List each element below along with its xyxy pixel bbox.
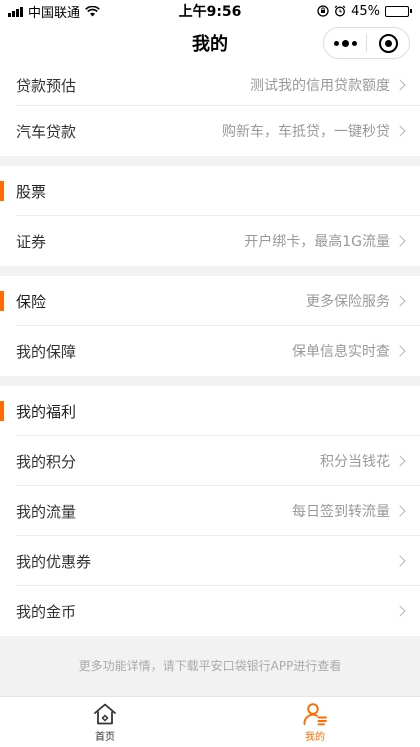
battery-icon <box>385 5 412 17</box>
row-label: 我的金币 <box>16 602 77 621</box>
row-loan-estimate[interactable]: 贷款预估 测试我的信用贷款额度 <box>0 64 420 106</box>
row-desc: 保单信息实时查 <box>292 344 390 360</box>
row-coins[interactable]: 我的金币 <box>0 586 420 636</box>
chevron-right-icon <box>394 505 406 517</box>
nav-bar: 我的 <box>0 22 420 64</box>
row-label: 汽车贷款 <box>16 122 77 141</box>
more-button[interactable] <box>324 28 366 58</box>
section-accent-bar <box>0 291 4 311</box>
menu-list: 贷款预估 测试我的信用贷款额度 汽车贷款 购新车，车抵贷，一键秒贷 股票 证券 … <box>0 64 420 636</box>
row-desc: 更多保险服务 <box>306 294 390 310</box>
row-securities[interactable]: 证券 开户绑卡，最高1G流量 <box>0 216 420 266</box>
row-label: 我的优惠券 <box>16 552 92 571</box>
status-bar: 中国联通 上午9:56 45% <box>0 0 420 22</box>
more-icon <box>333 39 357 47</box>
chevron-right-icon <box>394 555 406 567</box>
carrier-name: 中国联通 <box>28 5 81 21</box>
tab-mine[interactable]: 我的 <box>210 697 420 747</box>
tab-label: 我的 <box>305 731 325 743</box>
section-title: 股票 <box>16 182 47 201</box>
row-desc: 购新车，车抵贷，一键秒贷 <box>222 124 390 140</box>
row-label: 我的积分 <box>16 452 77 471</box>
row-coupons[interactable]: 我的优惠券 <box>0 536 420 586</box>
row-desc: 积分当钱花 <box>320 454 390 470</box>
chevron-right-icon <box>394 125 406 137</box>
section-accent-bar <box>0 401 4 421</box>
row-desc: 测试我的信用贷款额度 <box>250 78 390 94</box>
section-header-insurance[interactable]: 保险 更多保险服务 <box>0 276 420 326</box>
page-title: 我的 <box>192 34 228 55</box>
close-button[interactable] <box>367 28 409 58</box>
mini-program-capsule <box>323 27 410 59</box>
row-label: 我的保障 <box>16 342 77 361</box>
section-accent-bar <box>0 181 4 201</box>
rotation-lock-icon <box>317 5 329 17</box>
row-car-loan[interactable]: 汽车贷款 购新车，车抵贷，一键秒贷 <box>0 106 420 156</box>
section-header-stocks: 股票 <box>0 166 420 216</box>
chevron-right-icon <box>394 79 406 91</box>
row-data-traffic[interactable]: 我的流量 每日签到转流量 <box>0 486 420 536</box>
tab-home[interactable]: 首页 <box>0 697 210 747</box>
alarm-icon <box>334 5 346 17</box>
chevron-right-icon <box>394 295 406 307</box>
tab-label: 首页 <box>95 731 115 743</box>
signal-icon <box>8 6 23 17</box>
chevron-right-icon <box>394 455 406 467</box>
row-my-coverage[interactable]: 我的保障 保单信息实时查 <box>0 326 420 376</box>
chevron-right-icon <box>394 235 406 247</box>
section-header-benefits: 我的福利 <box>0 386 420 436</box>
section-title: 我的福利 <box>16 402 77 421</box>
home-icon <box>94 703 116 724</box>
chevron-right-icon <box>394 605 406 617</box>
row-desc: 每日签到转流量 <box>292 504 390 520</box>
battery-percent: 45% <box>351 3 380 19</box>
close-target-icon <box>378 33 398 53</box>
chevron-right-icon <box>394 345 406 357</box>
wifi-icon <box>85 5 100 16</box>
row-desc: 开户绑卡，最高1G流量 <box>244 234 390 250</box>
section-title: 保险 <box>16 292 47 311</box>
row-label: 贷款预估 <box>16 76 77 95</box>
footer-note: 更多功能详情，请下载平安口袋银行APP进行查看 <box>78 659 342 673</box>
row-label: 我的流量 <box>16 502 77 521</box>
tab-bar: 首页 我的 <box>0 696 420 747</box>
row-points[interactable]: 我的积分 积分当钱花 <box>0 436 420 486</box>
user-icon <box>303 702 327 725</box>
row-label: 证券 <box>16 232 47 251</box>
